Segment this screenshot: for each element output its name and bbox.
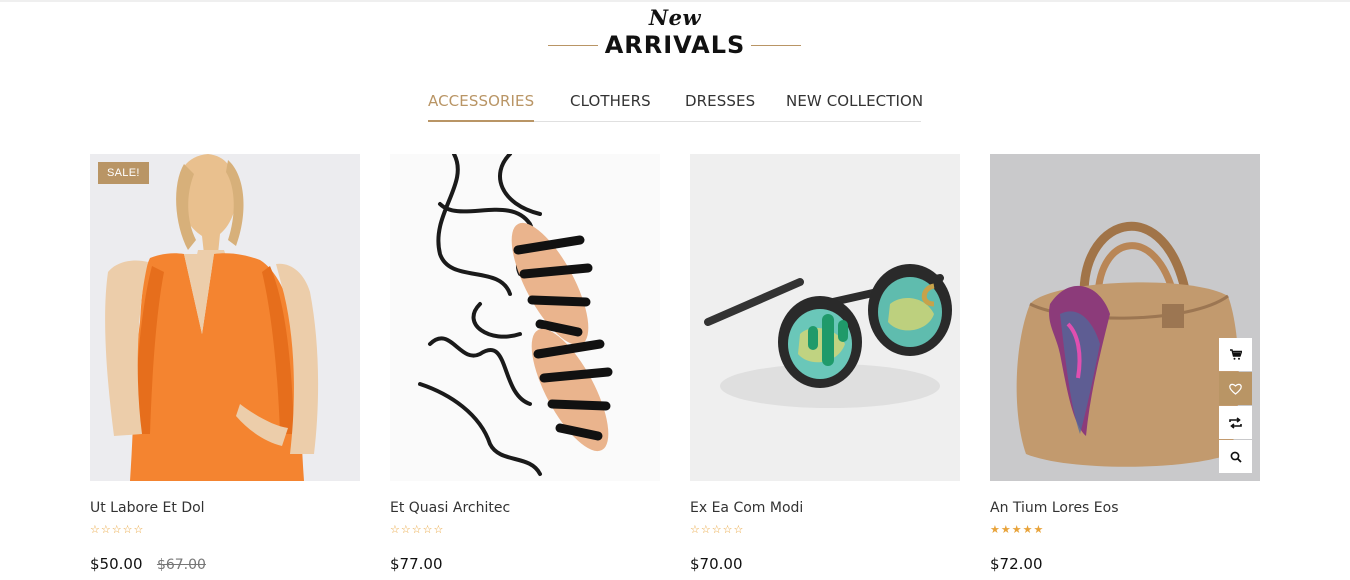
product-price: $72.00 bbox=[990, 555, 1043, 573]
rating-stars: ☆☆☆☆☆ bbox=[690, 524, 745, 536]
search-icon bbox=[1230, 451, 1242, 463]
product-price: $77.00 bbox=[390, 555, 443, 573]
product-name[interactable]: Ex Ea Com Modi bbox=[690, 500, 803, 516]
heading-line-left bbox=[548, 45, 598, 46]
active-tab-indicator bbox=[428, 120, 534, 122]
price-row: $77.00 bbox=[390, 555, 443, 574]
product-card[interactable]: SALE! Ut Labore Et Dol ☆☆☆☆☆ $50.00 $67.… bbox=[90, 154, 360, 573]
add-to-cart-button[interactable] bbox=[1219, 338, 1252, 371]
tab-clothers[interactable]: CLOTHERS bbox=[570, 92, 651, 110]
heading-script: New bbox=[648, 5, 702, 30]
section-title: ARRIVALS bbox=[604, 31, 746, 59]
tab-dresses[interactable]: DRESSES bbox=[685, 92, 755, 110]
product-image-sunglasses[interactable] bbox=[690, 154, 960, 481]
product-card[interactable]: Et Quasi Architec ☆☆☆☆☆ $77.00 bbox=[390, 154, 660, 573]
product-card[interactable]: An Tium Lores Eos ★★★★★ $72.00 bbox=[990, 154, 1260, 573]
price-row: $70.00 bbox=[690, 555, 743, 574]
sale-badge: SALE! bbox=[98, 162, 149, 184]
compare-icon bbox=[1229, 416, 1242, 429]
product-name[interactable]: Et Quasi Architec bbox=[390, 500, 510, 516]
product-image-bag[interactable] bbox=[990, 154, 1260, 481]
top-divider bbox=[0, 0, 1350, 2]
category-tabs: ACCESSORIES CLOTHERS DRESSES NEW COLLECT… bbox=[428, 84, 923, 122]
price-row: $50.00 $67.00 bbox=[90, 555, 206, 574]
product-price: $70.00 bbox=[690, 555, 743, 573]
compare-button[interactable] bbox=[1219, 406, 1252, 439]
rating-stars: ☆☆☆☆☆ bbox=[90, 524, 145, 536]
heart-icon bbox=[1229, 383, 1242, 395]
product-image-sandals[interactable] bbox=[390, 154, 660, 481]
product-price: $50.00 bbox=[90, 555, 143, 573]
tab-new-collection[interactable]: NEW COLLECTION bbox=[786, 92, 923, 110]
section-heading: New ARRIVALS bbox=[0, 4, 1350, 60]
product-name[interactable]: An Tium Lores Eos bbox=[990, 500, 1119, 516]
cart-icon bbox=[1229, 348, 1242, 360]
product-actions bbox=[1219, 338, 1252, 474]
product-name[interactable]: Ut Labore Et Dol bbox=[90, 500, 205, 516]
rating-stars: ★★★★★ bbox=[990, 524, 1045, 536]
product-card[interactable]: Ex Ea Com Modi ☆☆☆☆☆ $70.00 bbox=[690, 154, 960, 573]
product-old-price: $67.00 bbox=[156, 557, 206, 573]
quick-view-button[interactable] bbox=[1219, 440, 1252, 473]
heading-line-right bbox=[751, 45, 801, 46]
price-row: $72.00 bbox=[990, 555, 1043, 574]
tab-accessories[interactable]: ACCESSORIES bbox=[428, 92, 534, 110]
add-to-wishlist-button[interactable] bbox=[1219, 372, 1252, 405]
product-image-dress[interactable]: SALE! bbox=[90, 154, 360, 481]
rating-stars: ☆☆☆☆☆ bbox=[390, 524, 445, 536]
